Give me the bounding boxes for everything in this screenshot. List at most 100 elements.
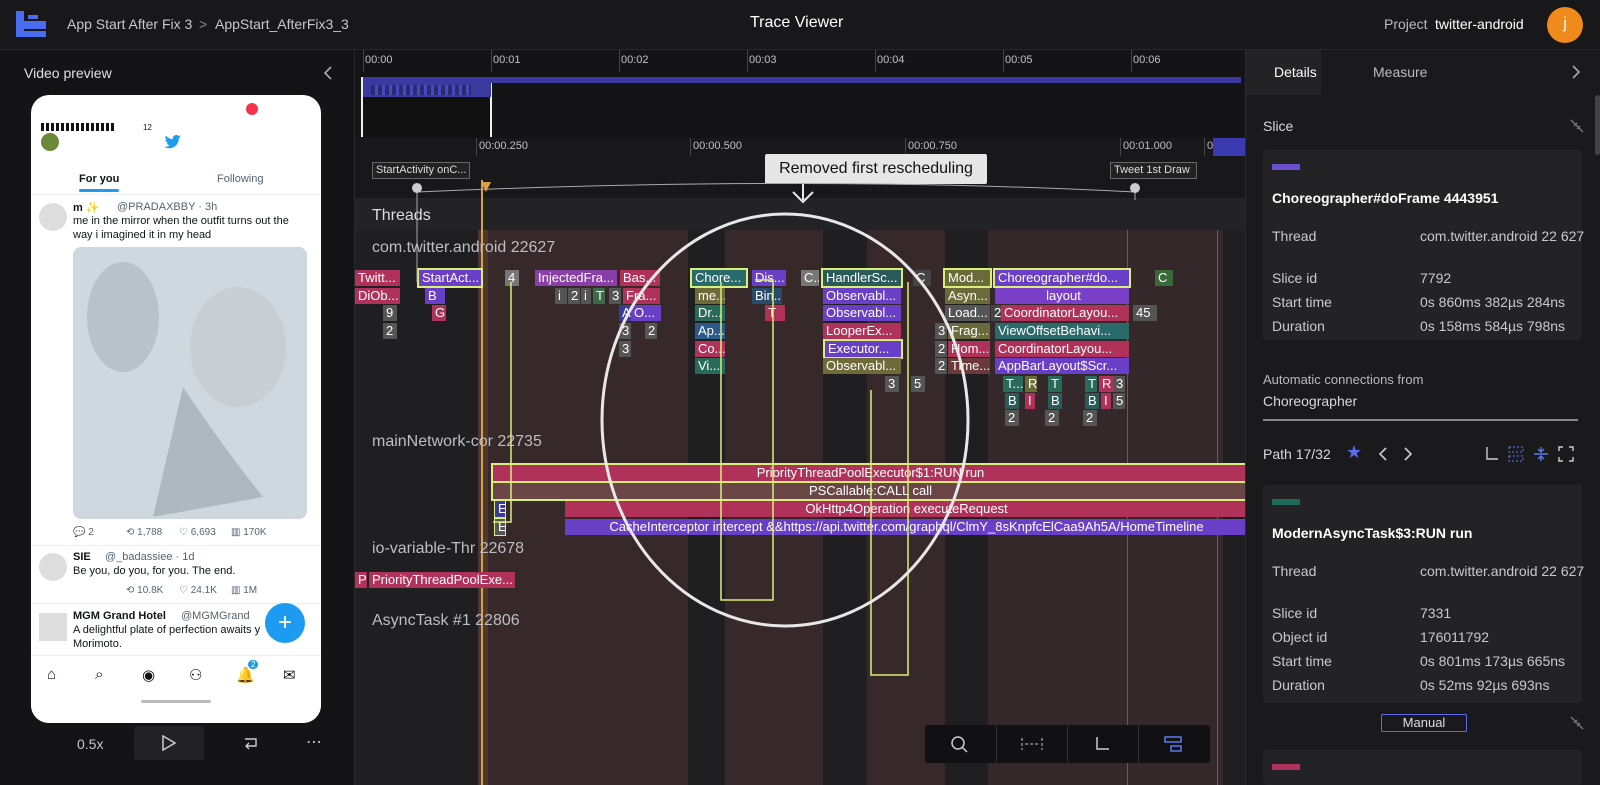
- tab-details[interactable]: Details: [1274, 64, 1317, 80]
- tweet-avatar[interactable]: [39, 553, 67, 581]
- playback-speed[interactable]: 0.5x: [77, 736, 103, 752]
- like-count[interactable]: ♡ 24.1K: [179, 585, 217, 596]
- field-label: Start time: [1272, 294, 1332, 310]
- tweet-author[interactable]: SIE: [73, 551, 91, 563]
- field-value: 0s 52ms 92µs 693ns: [1420, 677, 1550, 693]
- tweet-handle: @PRADAXBBY · 3h: [117, 201, 218, 213]
- field-label: Duration: [1272, 677, 1325, 693]
- twitter-bird-icon: [164, 135, 182, 149]
- timeline-panel: 00:00 00:01 00:02 00:03 00:04 00:05 00:06 00:0…: [355, 50, 1245, 785]
- fullscreen-icon[interactable]: [1558, 446, 1574, 462]
- more-icon[interactable]: ⋯: [306, 732, 322, 752]
- next-icon[interactable]: [1403, 447, 1413, 461]
- measure-range-icon[interactable]: [1020, 735, 1044, 753]
- field-value: com.twitter.android 22 627: [1420, 563, 1585, 579]
- tweet-text: way i imagined it in my head: [73, 229, 212, 241]
- tab-following[interactable]: Following: [217, 173, 263, 185]
- collapse-rows-icon[interactable]: [1533, 446, 1549, 462]
- slice-card: [1263, 750, 1582, 785]
- home-indicator: [141, 700, 211, 703]
- project-name[interactable]: twitter-android: [1435, 16, 1524, 32]
- collapse-panel-icon[interactable]: [323, 66, 333, 80]
- unlink-icon[interactable]: [1569, 715, 1585, 731]
- scrollbar[interactable]: [1595, 95, 1600, 155]
- breadcrumb-project[interactable]: App Start After Fix 3: [67, 16, 192, 32]
- manual-connection-button[interactable]: Manual: [1381, 714, 1467, 732]
- top-bar: App Start After Fix 3 > AppStart_AfterFi…: [0, 0, 1600, 50]
- tweet-text: me in the mirror when the outfit turns o…: [73, 215, 289, 227]
- slice-header: Slice: [1263, 118, 1294, 134]
- tweet-text: Morimoto.: [73, 638, 122, 650]
- expand-rows-icon[interactable]: [1508, 446, 1524, 462]
- avatar[interactable]: j: [1547, 7, 1583, 43]
- field-label: Object id: [1272, 629, 1328, 645]
- tweet-image[interactable]: [73, 247, 307, 519]
- slice-color: [1272, 164, 1300, 170]
- project-label: Project: [1384, 16, 1428, 32]
- like-count[interactable]: ♡ 6,693: [179, 527, 216, 538]
- app-logo-icon[interactable]: [16, 11, 46, 37]
- flow-icon[interactable]: [1483, 446, 1499, 462]
- retweet-count[interactable]: ⟲ 1,788: [126, 527, 162, 538]
- field-value: 0s 860ms 382µs 284ns: [1420, 294, 1566, 310]
- compose-button[interactable]: +: [265, 603, 305, 643]
- tweet-author[interactable]: MGM Grand Hotel: [73, 610, 166, 622]
- notification-badge: 2: [248, 660, 259, 669]
- record-icon: [246, 103, 258, 115]
- flow-connections: [412, 182, 1140, 676]
- tweet-avatar[interactable]: [39, 613, 67, 641]
- reply-count[interactable]: 💬 2: [73, 527, 94, 538]
- spaces-icon[interactable]: ◉: [142, 666, 155, 684]
- loop-icon[interactable]: [243, 734, 259, 750]
- field-label: Slice id: [1272, 605, 1318, 621]
- tweet-text: Be you, do you, for you. The end.: [73, 565, 236, 577]
- page-title: Trace Viewer: [750, 14, 844, 31]
- annotation-circle: [600, 212, 970, 628]
- details-panel: Details Measure Slice Choreographer#doFr…: [1245, 50, 1600, 785]
- home-icon[interactable]: ⌂: [47, 666, 56, 683]
- field-value: 7331: [1420, 605, 1452, 621]
- slice-title[interactable]: ModernAsyncTask$3:RUN run: [1272, 525, 1472, 541]
- view-count[interactable]: ▥ 170K: [231, 527, 267, 538]
- tab-for-you[interactable]: For you: [79, 173, 119, 185]
- slice-title[interactable]: Choreographer#doFrame 4443951: [1272, 190, 1498, 206]
- field-value: 0s 801ms 173µs 665ns: [1420, 653, 1566, 669]
- auto-connections-label: Automatic connections from: [1263, 372, 1424, 387]
- slice-card: Choreographer#doFrame 4443951 Thread com…: [1263, 150, 1584, 340]
- video-preview-title: Video preview: [24, 65, 112, 81]
- avatar[interactable]: [41, 133, 59, 151]
- tweet-avatar[interactable]: [39, 203, 67, 231]
- field-label: Duration: [1272, 318, 1325, 334]
- communities-icon[interactable]: ⚇: [189, 666, 202, 684]
- layout-icon[interactable]: [1163, 735, 1183, 753]
- previous-icon[interactable]: [1378, 447, 1388, 461]
- auto-connections-value: Choreographer: [1263, 393, 1358, 409]
- star-icon[interactable]: ★: [1346, 442, 1362, 463]
- unlink-icon[interactable]: [1569, 118, 1585, 134]
- tweet-author[interactable]: m ✨: [73, 201, 100, 214]
- search-icon[interactable]: [950, 735, 968, 753]
- slice-color: [1272, 764, 1300, 770]
- slice-card: ModernAsyncTask$3:RUN run Thread com.twi…: [1263, 485, 1584, 703]
- messages-icon[interactable]: ✉: [283, 666, 296, 684]
- play-button[interactable]: [134, 726, 204, 760]
- slice-color: [1272, 499, 1300, 505]
- path-counter: Path 17/32: [1263, 446, 1331, 462]
- timeline-toolbar: [925, 725, 1210, 763]
- tab-measure[interactable]: Measure: [1373, 64, 1427, 80]
- field-label: Slice id: [1272, 270, 1318, 286]
- chevron-right-icon[interactable]: [1571, 65, 1581, 79]
- field-value: com.twitter.android 22 627: [1420, 228, 1585, 244]
- view-count[interactable]: ▥ 1M: [231, 585, 257, 596]
- status-badge: 12: [143, 123, 152, 132]
- flow-icon[interactable]: [1093, 735, 1111, 753]
- search-icon[interactable]: ⌕: [95, 666, 103, 683]
- field-value: 0s 158ms 584µs 798ns: [1420, 318, 1566, 334]
- play-icon: [162, 735, 177, 751]
- tweet-handle: @MGMGrand: [181, 610, 250, 622]
- field-label: Thread: [1272, 228, 1317, 244]
- retweet-count[interactable]: ⟲ 10.8K: [126, 585, 163, 596]
- breadcrumb-trace[interactable]: AppStart_AfterFix3_3: [215, 16, 349, 32]
- field-label: Thread: [1272, 563, 1317, 579]
- tweet-handle: @_badassiee · 1d: [105, 551, 195, 563]
